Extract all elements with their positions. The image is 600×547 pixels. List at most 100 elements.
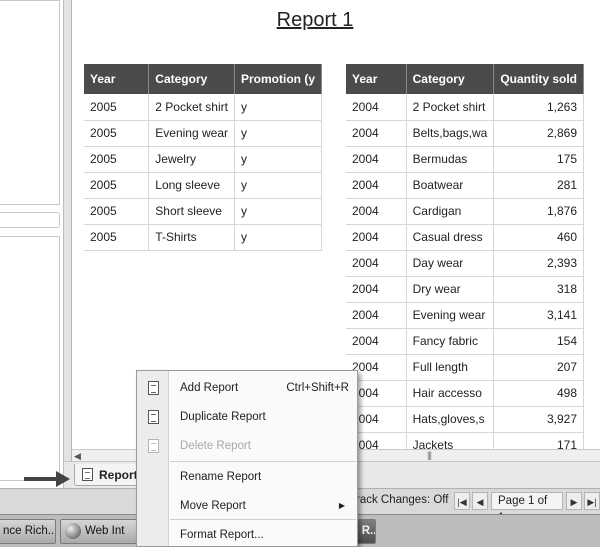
cell-year[interactable]: 2004 — [346, 302, 407, 329]
cell-category[interactable]: T-Shirts — [148, 224, 235, 251]
table-row[interactable]: 2005 Long sleeve y — [84, 172, 322, 199]
next-page-icon[interactable]: ▶ — [566, 492, 582, 510]
cell-promotion[interactable]: y — [234, 146, 322, 173]
cell-promotion[interactable]: y — [234, 224, 322, 251]
cell-category[interactable]: Boatwear — [406, 172, 495, 199]
column-header-category[interactable]: Category — [148, 64, 235, 94]
cell-quantity-sold[interactable]: 154 — [493, 328, 584, 355]
column-header-year[interactable]: Year — [84, 64, 150, 94]
table-row[interactable]: 2004 Bermudas 175 — [346, 146, 584, 173]
cell-promotion[interactable]: y — [234, 198, 322, 225]
left-panel-tab[interactable] — [0, 212, 60, 228]
report-title[interactable]: Report 1 — [72, 9, 558, 32]
table-row[interactable]: 2004 Hair accesso 498 — [346, 380, 584, 407]
table-promotion[interactable]: Year Category Promotion (y 2005 2 Pocket … — [84, 64, 322, 251]
cell-year[interactable]: 2004 — [346, 250, 407, 277]
table-quantity-sold[interactable]: Year Category Quantity sold 2004 2 Pocket… — [346, 64, 584, 459]
cell-quantity-sold[interactable]: 1,876 — [493, 198, 584, 225]
table-row[interactable]: 2005 2 Pocket shirt y — [84, 94, 322, 121]
table-row[interactable]: 2004 Day wear 2,393 — [346, 250, 584, 277]
cell-category[interactable]: Evening wear — [148, 120, 235, 147]
taskbar-item[interactable]: Web Int — [60, 519, 140, 544]
table-row[interactable]: 2004 Casual dress 460 — [346, 224, 584, 251]
cell-year[interactable]: 2005 — [84, 172, 150, 199]
cell-year[interactable]: 2005 — [84, 224, 150, 251]
cell-promotion[interactable]: y — [234, 94, 322, 121]
table-row[interactable]: 2004 Cardigan 1,876 — [346, 198, 584, 225]
table-row[interactable]: 2004 2 Pocket shirt 1,263 — [346, 94, 584, 121]
cell-category[interactable]: Fancy fabric — [406, 328, 495, 355]
cell-promotion[interactable]: y — [234, 172, 322, 199]
table-row[interactable]: 2005 Evening wear y — [84, 120, 322, 147]
column-header-category[interactable]: Category — [406, 64, 495, 94]
cell-category[interactable]: Casual dress — [406, 224, 495, 251]
cell-year[interactable]: 2005 — [84, 198, 150, 225]
cell-quantity-sold[interactable]: 3,141 — [493, 302, 584, 329]
cell-promotion[interactable]: y — [234, 120, 322, 147]
last-page-icon[interactable]: ▶| — [584, 492, 600, 510]
table-row[interactable]: 2004 Full length 207 — [346, 354, 584, 381]
cell-category[interactable]: Dry wear — [406, 276, 495, 303]
cell-year[interactable]: 2004 — [346, 94, 407, 121]
cell-category[interactable]: 2 Pocket shirt — [406, 94, 495, 121]
table-row[interactable]: 2004 Dry wear 318 — [346, 276, 584, 303]
cell-year[interactable]: 2005 — [84, 120, 150, 147]
left-panel-pane-top[interactable] — [0, 0, 60, 205]
cell-quantity-sold[interactable]: 281 — [493, 172, 584, 199]
cell-year[interactable]: 2004 — [346, 328, 407, 355]
taskbar-item[interactable]: nce Rich... — [0, 519, 56, 544]
cell-year[interactable]: 2004 — [346, 276, 407, 303]
cell-category[interactable]: Hats,gloves,s — [406, 406, 495, 433]
cell-category[interactable]: Jewelry — [148, 146, 235, 173]
table-row[interactable]: 2005 Jewelry y — [84, 146, 322, 173]
scroll-grip-icon[interactable]: ||| — [427, 450, 432, 460]
cell-year[interactable]: 2004 — [346, 198, 407, 225]
cell-category[interactable]: Full length — [406, 354, 495, 381]
cell-quantity-sold[interactable]: 207 — [493, 354, 584, 381]
menu-item-move-report[interactable]: Move Report ▶ — [137, 493, 357, 521]
cell-year[interactable]: 2005 — [84, 146, 150, 173]
cell-year[interactable]: 2004 — [346, 172, 407, 199]
table-row[interactable]: 2004 Belts,bags,wa 2,869 — [346, 120, 584, 147]
table-row[interactable]: 2004 Evening wear 3,141 — [346, 302, 584, 329]
cell-year[interactable]: 2004 — [346, 120, 407, 147]
cell-category[interactable]: 2 Pocket shirt — [148, 94, 235, 121]
menu-item-duplicate-report[interactable]: Duplicate Report — [137, 404, 357, 432]
cell-category[interactable]: Hair accesso — [406, 380, 495, 407]
cell-year[interactable]: 2005 — [84, 94, 150, 121]
page-indicator[interactable]: Page 1 of 1+ — [491, 492, 563, 524]
cell-quantity-sold[interactable]: 175 — [493, 146, 584, 173]
cell-quantity-sold[interactable]: 318 — [493, 276, 584, 303]
menu-item-add-report[interactable]: Add Report Ctrl+Shift+R — [137, 375, 357, 403]
first-page-icon[interactable]: |◀ — [454, 492, 470, 510]
track-changes-status[interactable]: rack Changes: Off — [356, 494, 448, 506]
menu-item-delete-report[interactable]: Delete Report — [137, 433, 357, 461]
column-header-year[interactable]: Year — [346, 64, 407, 94]
cell-category[interactable]: Bermudas — [406, 146, 495, 173]
cell-quantity-sold[interactable]: 3,927 — [493, 406, 584, 433]
table-row[interactable]: 2004 Boatwear 281 — [346, 172, 584, 199]
cell-year[interactable]: 2004 — [346, 224, 407, 251]
cell-category[interactable]: Short sleeve — [148, 198, 235, 225]
table-row[interactable]: 2004 Fancy fabric 154 — [346, 328, 584, 355]
cell-quantity-sold[interactable]: 498 — [493, 380, 584, 407]
cell-category[interactable]: Belts,bags,wa — [406, 120, 495, 147]
cell-quantity-sold[interactable]: 2,869 — [493, 120, 584, 147]
table-row[interactable]: 2005 Short sleeve y — [84, 198, 322, 225]
menu-item-format-report[interactable]: Format Report... — [137, 522, 357, 547]
column-header-promotion[interactable]: Promotion (y — [234, 64, 322, 94]
cell-year[interactable]: 2004 — [346, 146, 407, 173]
menu-item-rename-report[interactable]: Rename Report — [137, 464, 357, 492]
cell-quantity-sold[interactable]: 2,393 — [493, 250, 584, 277]
previous-page-icon[interactable]: ◀ — [472, 492, 488, 510]
table-row[interactable]: 2005 T-Shirts y — [84, 224, 322, 251]
cell-quantity-sold[interactable]: 1,263 — [493, 94, 584, 121]
cell-quantity-sold[interactable]: 460 — [493, 224, 584, 251]
cell-category[interactable]: Day wear — [406, 250, 495, 277]
column-header-quantity-sold[interactable]: Quantity sold — [493, 64, 584, 94]
cell-category[interactable]: Long sleeve — [148, 172, 235, 199]
panel-splitter[interactable] — [64, 0, 72, 488]
cell-category[interactable]: Cardigan — [406, 198, 495, 225]
cell-category[interactable]: Evening wear — [406, 302, 495, 329]
left-panel-pane-bottom[interactable] — [0, 236, 60, 481]
